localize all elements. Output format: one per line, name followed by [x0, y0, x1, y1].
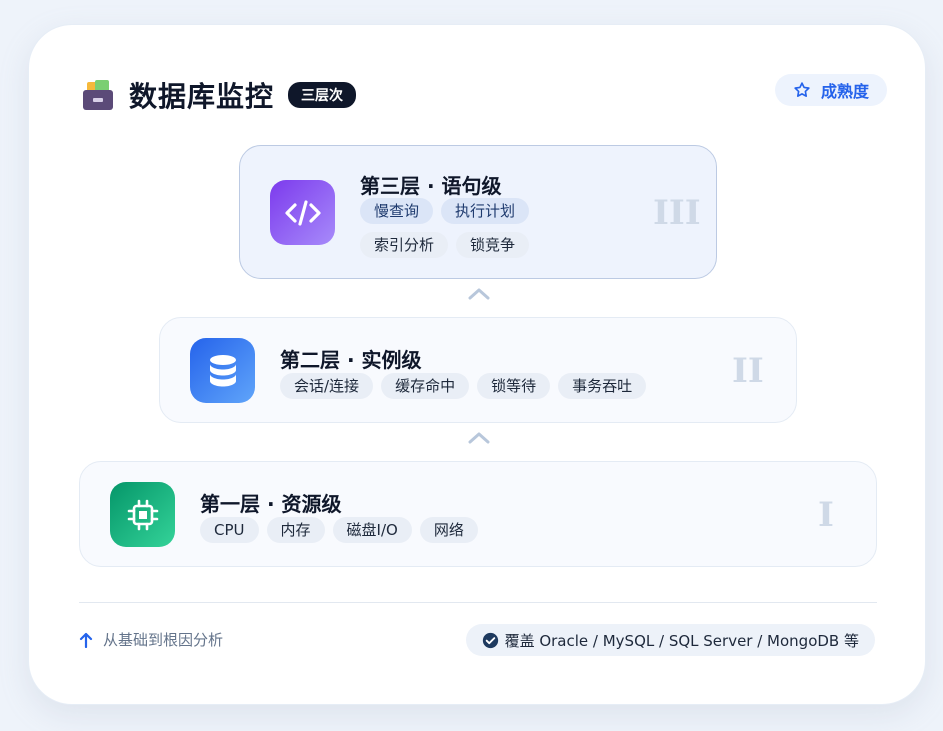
database-icon — [190, 338, 255, 403]
layer-instance-level: 第二层 · 实例级 会话/连接 缓存命中 锁等待 事务吞吐 II — [159, 317, 797, 423]
tag: 内存 — [266, 517, 325, 543]
level-badge: 三层次 — [288, 82, 357, 108]
monitoring-card: 数据库监控 三层次 成熟度 第三层 · 语句级 慢查询 执行计划 索引分析 锁竞… — [28, 24, 926, 705]
page-title: 数据库监控 — [129, 80, 275, 113]
tag: 磁盘I/O — [332, 517, 412, 543]
coverage-text: 覆盖 Oracle / MySQL / SQL Server / MongoDB… — [504, 631, 859, 650]
tag-list: 会话/连接 缓存命中 锁等待 事务吞吐 — [280, 373, 760, 399]
layer-statement-level: 第三层 · 语句级 慢查询 执行计划 索引分析 锁竞争 III — [239, 145, 717, 279]
layer-title: 第二层 · 实例级 — [280, 348, 422, 372]
file-cabinet-icon — [81, 80, 115, 110]
layer-title: 第一层 · 资源级 — [200, 492, 342, 516]
tag: 慢查询 — [360, 198, 434, 224]
layer-title: 第三层 · 语句级 — [360, 174, 502, 198]
tag: 会话/连接 — [280, 373, 374, 399]
layer-roman-numeral: III — [653, 193, 701, 233]
star-icon — [794, 82, 810, 97]
tag: 执行计划 — [441, 198, 530, 224]
tag: 锁竞争 — [456, 232, 530, 258]
coverage-badge: 覆盖 Oracle / MySQL / SQL Server / MongoDB… — [465, 624, 875, 656]
maturity-button[interactable]: 成熟度 — [774, 74, 887, 106]
tag: 网络 — [419, 517, 478, 543]
direction-text: 从基础到根因分析 — [103, 631, 224, 649]
tag: 锁等待 — [477, 373, 551, 399]
cpu-chip-icon — [110, 482, 175, 547]
layer-resource-level: 第一层 · 资源级 CPU 内存 磁盘I/O 网络 I — [79, 461, 877, 567]
divider — [79, 602, 877, 603]
maturity-label: 成熟度 — [820, 82, 869, 101]
layer-roman-numeral: II — [732, 351, 764, 391]
tag: 事务吞吐 — [558, 373, 647, 399]
card-header: 数据库监控 三层次 — [81, 75, 357, 115]
direction-note: 从基础到根因分析 — [79, 629, 223, 650]
tag-list: 慢查询 执行计划 索引分析 锁竞争 — [360, 198, 560, 258]
layer-roman-numeral: I — [818, 495, 834, 535]
chevron-up-icon — [468, 288, 490, 300]
check-circle-icon — [482, 632, 498, 648]
code-icon — [270, 180, 335, 245]
arrow-up-icon — [79, 632, 93, 648]
chevron-up-icon — [468, 432, 490, 444]
tag: CPU — [200, 517, 259, 543]
tag-list: CPU 内存 磁盘I/O 网络 — [200, 517, 800, 543]
tag: 索引分析 — [360, 232, 449, 258]
tag: 缓存命中 — [381, 373, 470, 399]
